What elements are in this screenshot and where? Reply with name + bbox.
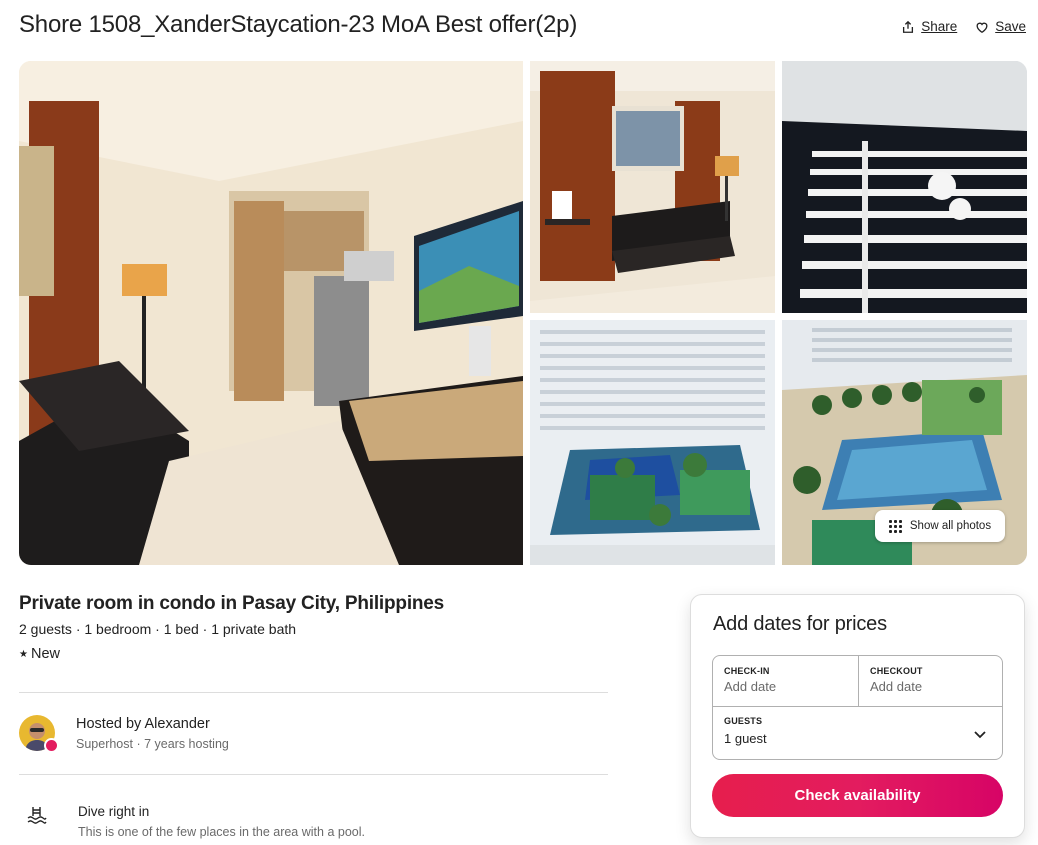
pool-view-photo[interactable] [530,320,775,565]
booking-card: Add dates for prices CHECK-IN Add date C… [690,594,1025,838]
save-label: Save [995,19,1026,34]
feature-description: This is one of the few places in the are… [78,825,365,839]
share-label: Share [921,19,958,34]
booking-title: Add dates for prices [713,613,887,635]
listing-details: 2 guests · 1 bedroom · 1 bed · 1 private… [19,621,297,637]
star-icon: ★ [19,648,28,660]
show-all-photos-label: Show all photos [909,520,992,532]
new-badge-label: New [30,646,60,662]
share-button[interactable]: Share [901,19,957,34]
grid-dots-icon [888,519,902,533]
pool-highlight: Dive right in This is one of the few pla… [27,804,365,839]
share-icon [903,20,914,33]
new-listing-badge: ★ New [19,646,60,662]
feature-title: Dive right in [78,804,150,819]
sofa-photo[interactable] [530,61,775,313]
checkin-field[interactable]: CHECK-IN Add date [713,656,859,706]
show-all-photos-button[interactable]: Show all photos [875,510,1005,542]
superhost-badge-icon [44,738,59,753]
save-button[interactable]: Save [975,19,1026,34]
guests-label: GUESTS [724,716,763,726]
checkout-label: CHECKOUT [870,666,923,676]
listing-subtitle: Private room in condo in Pasay City, Phi… [19,593,445,614]
date-guest-picker: CHECK-IN Add date CHECKOUT Add date GUES… [712,655,1003,760]
heart-icon [976,22,988,33]
checkin-label: CHECK-IN [724,666,770,676]
living-room-photo[interactable] [19,61,523,565]
guests-dropdown[interactable]: GUESTS 1 guest [713,706,1002,760]
check-availability-button[interactable]: Check availability [712,774,1003,817]
header-actions: Share Save [901,19,1026,34]
guests-value: 1 guest [724,731,767,746]
section-divider [19,692,608,693]
checkin-value: Add date [724,679,777,694]
host-avatar[interactable] [19,715,59,753]
checkout-field[interactable]: CHECKOUT Add date [859,656,1003,706]
photo-gallery [19,61,1027,565]
host-name: Hosted by Alexander [76,716,210,732]
section-divider [19,774,608,775]
pool-icon [27,807,47,824]
chevron-down-icon [974,731,986,739]
host-meta: Superhost · 7 years hosting [76,737,229,751]
host-section: Hosted by Alexander Superhost · 7 years … [19,715,229,753]
bed-photo[interactable] [782,61,1027,313]
checkout-value: Add date [870,679,923,694]
listing-page-title: Shore 1508_XanderStaycation-23 MoA Best … [19,11,578,38]
